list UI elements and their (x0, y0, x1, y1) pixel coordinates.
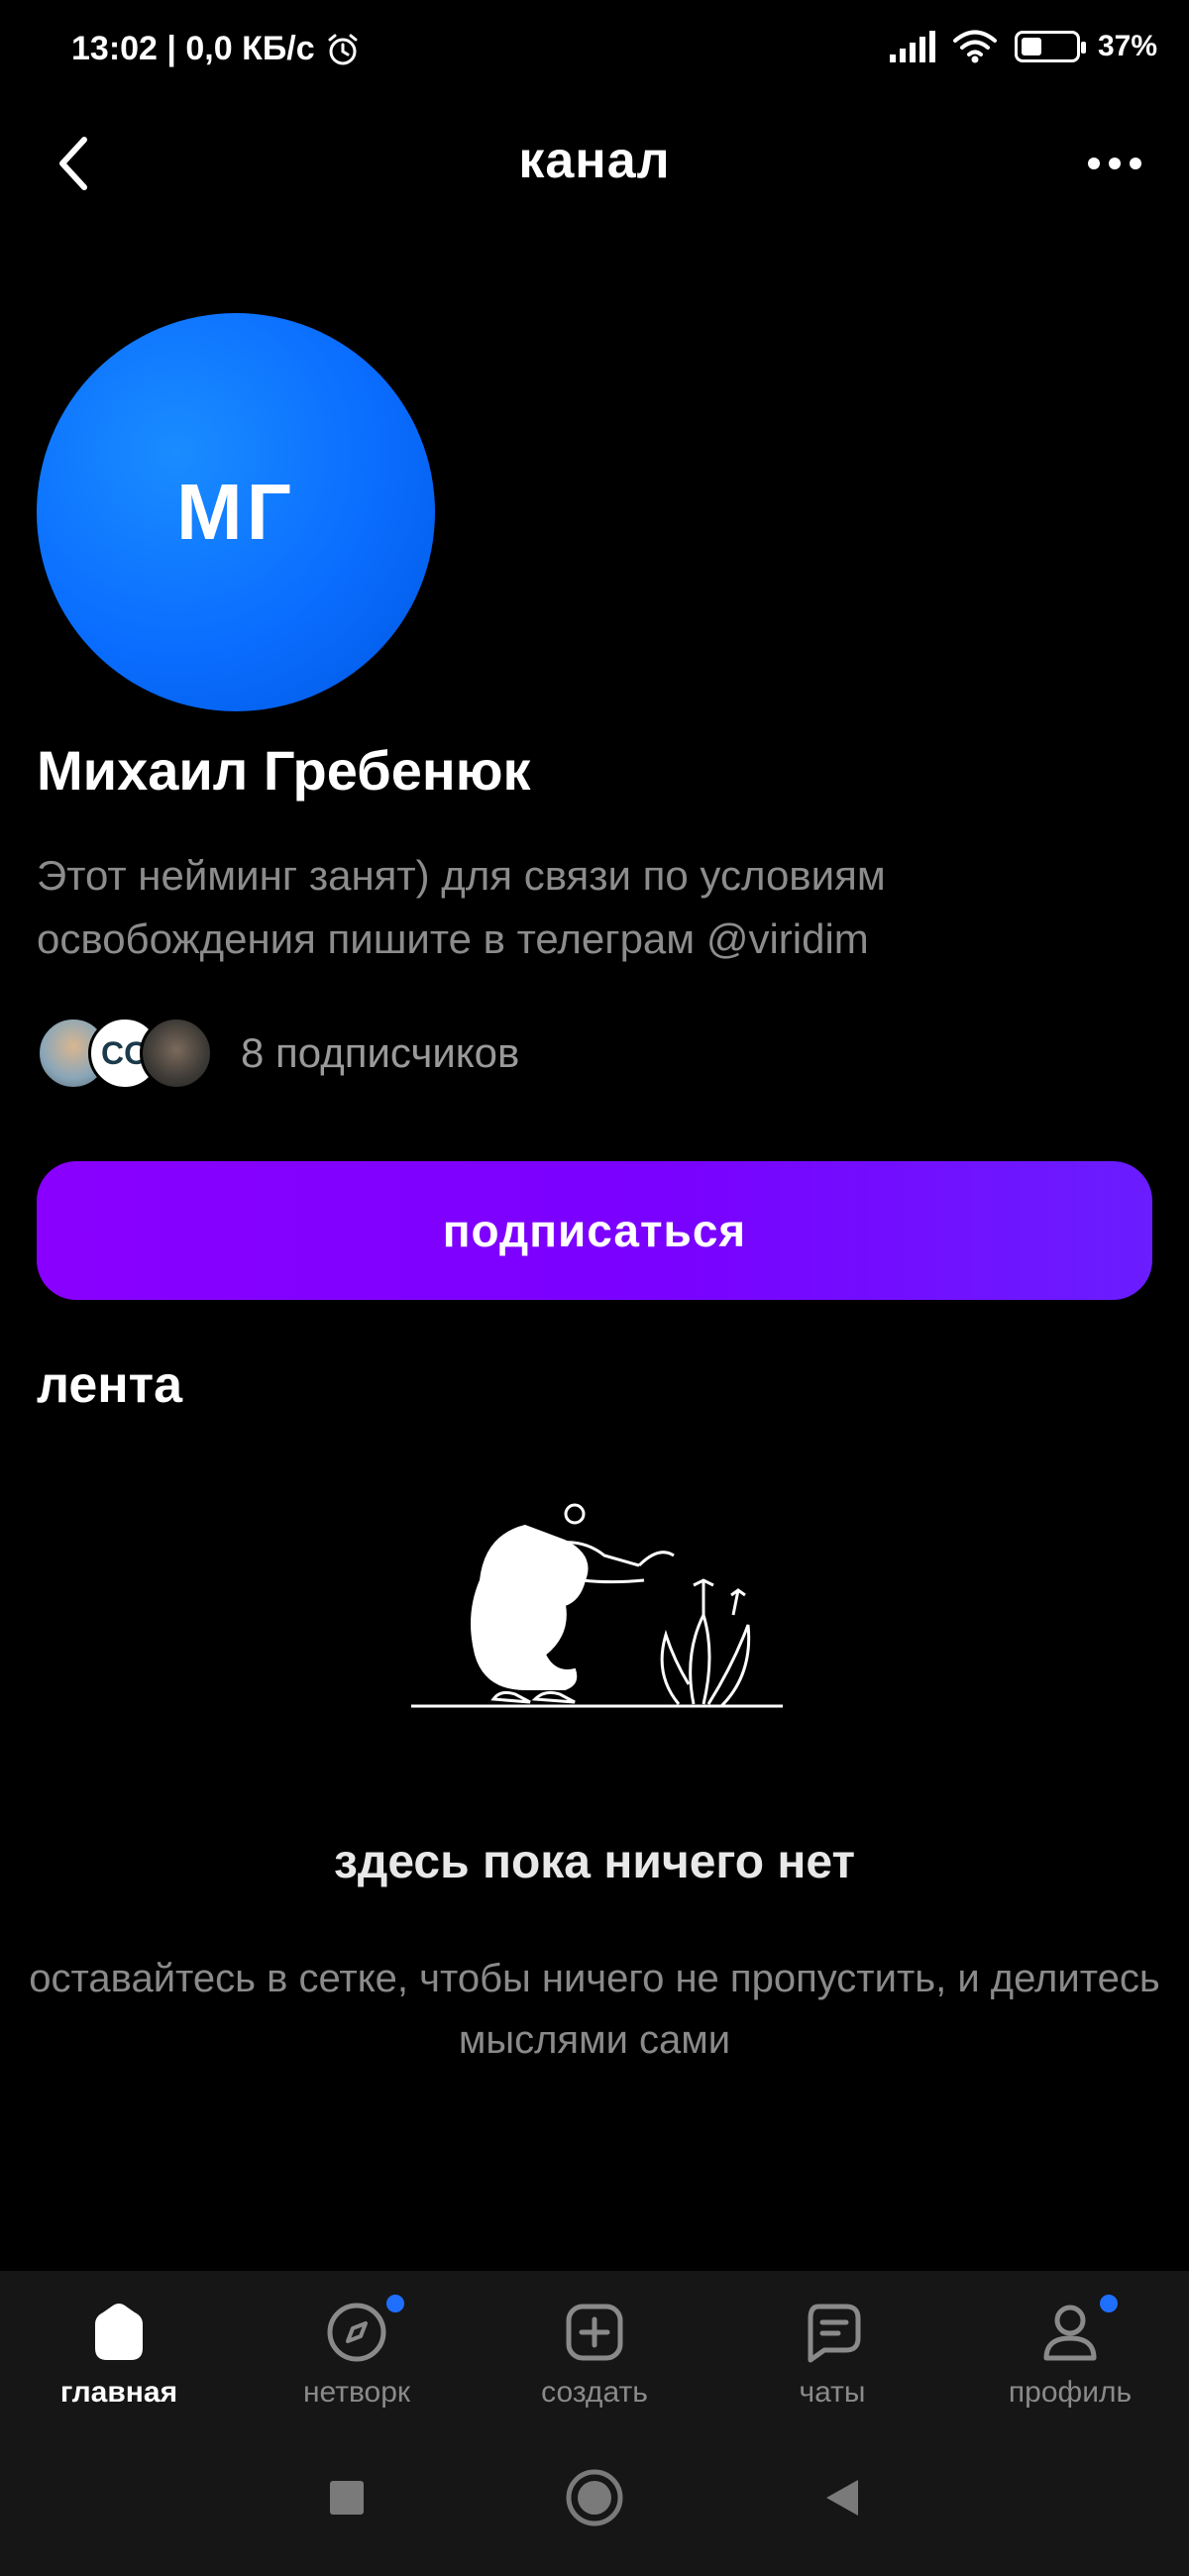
nav-item-chats[interactable]: чаты (713, 2271, 951, 2419)
home-system-button[interactable] (560, 2463, 629, 2532)
notification-badge (1100, 2295, 1118, 2312)
nav-item-create[interactable]: создать (476, 2271, 713, 2419)
empty-state-subtitle: оставайтесь в сетке, чтобы ничего не про… (0, 1948, 1189, 2071)
nav-item-home[interactable]: главная (0, 2271, 238, 2419)
header: канал (0, 109, 1189, 218)
nav-label: создать (541, 2376, 648, 2409)
subscribers-count: 8 подписчиков (241, 1029, 520, 1076)
empty-state-subtitle-text: оставайтесь в сетке, чтобы ничего не про… (29, 1957, 1160, 2062)
circle-icon (566, 2469, 623, 2526)
subscriber-avatar (140, 1017, 213, 1090)
triangle-back-icon (826, 2480, 858, 2516)
status-bar: 13:02 | 0,0 КБ/с 37% (0, 0, 1189, 109)
empty-state-illustration (411, 1503, 783, 1708)
nav-item-network[interactable]: нетворк (238, 2271, 476, 2419)
more-button[interactable] (1070, 129, 1159, 198)
signal-icon (889, 31, 935, 62)
nav-label: главная (59, 2376, 178, 2409)
battery-icon (1014, 31, 1086, 62)
square-icon (330, 2481, 364, 2515)
feed-title: лента (37, 1356, 183, 1414)
plus-square-icon (561, 2299, 628, 2366)
alarm-icon (328, 34, 358, 64)
compass-icon (323, 2295, 404, 2366)
time-and-speed: 13:02 | 0,0 КБ/с (71, 30, 315, 67)
page-title: канал (518, 132, 671, 189)
bottom-navigation: главная нетворк создать чаты профиль (0, 2271, 1189, 2419)
profile-icon (1036, 2295, 1118, 2366)
more-icon (1088, 158, 1100, 169)
channel-avatar: МГ (37, 313, 435, 711)
battery-percent: 37% (1097, 30, 1157, 62)
status-left: 13:02 | 0,0 КБ/с (71, 30, 361, 68)
avatar-initials: МГ (176, 468, 295, 556)
empty-state-title: здесь пока ничего нет (334, 1836, 855, 1888)
status-right: 37% (889, 30, 1157, 63)
nav-label: чаты (799, 2376, 866, 2409)
nav-label: профиль (1008, 2376, 1133, 2409)
chat-icon (799, 2299, 866, 2366)
subscribers-row[interactable]: CO 8 подписчиков (37, 1017, 519, 1090)
back-system-button[interactable] (808, 2463, 877, 2532)
channel-description: Этот нейминг занят) для связи по условия… (37, 852, 886, 962)
subscribe-button[interactable]: подписаться (37, 1161, 1152, 1300)
notification-badge (386, 2295, 404, 2312)
wifi-icon (952, 30, 997, 63)
recents-button[interactable] (312, 2463, 381, 2532)
system-navigation-bar (0, 2419, 1189, 2576)
nav-item-profile[interactable]: профиль (951, 2271, 1189, 2419)
channel-name: Михаил Гребенюк (37, 739, 531, 802)
home-icon (85, 2299, 153, 2366)
nav-label: нетворк (302, 2376, 411, 2409)
